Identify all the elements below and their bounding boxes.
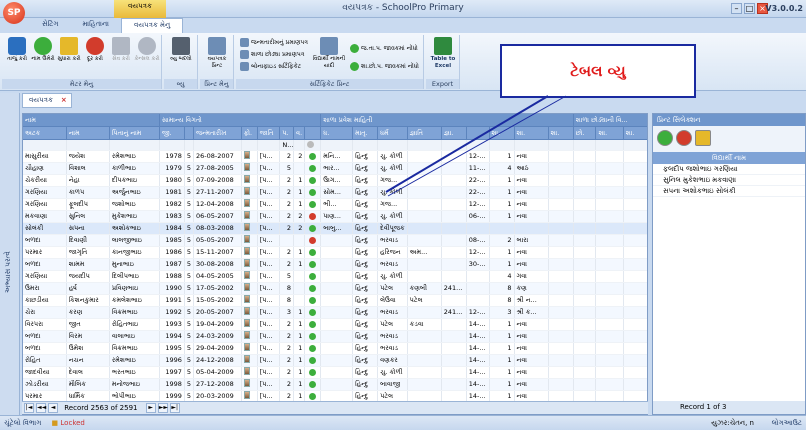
callout-arrow-icon bbox=[385, 95, 567, 197]
app-logo[interactable]: SP bbox=[3, 2, 25, 24]
